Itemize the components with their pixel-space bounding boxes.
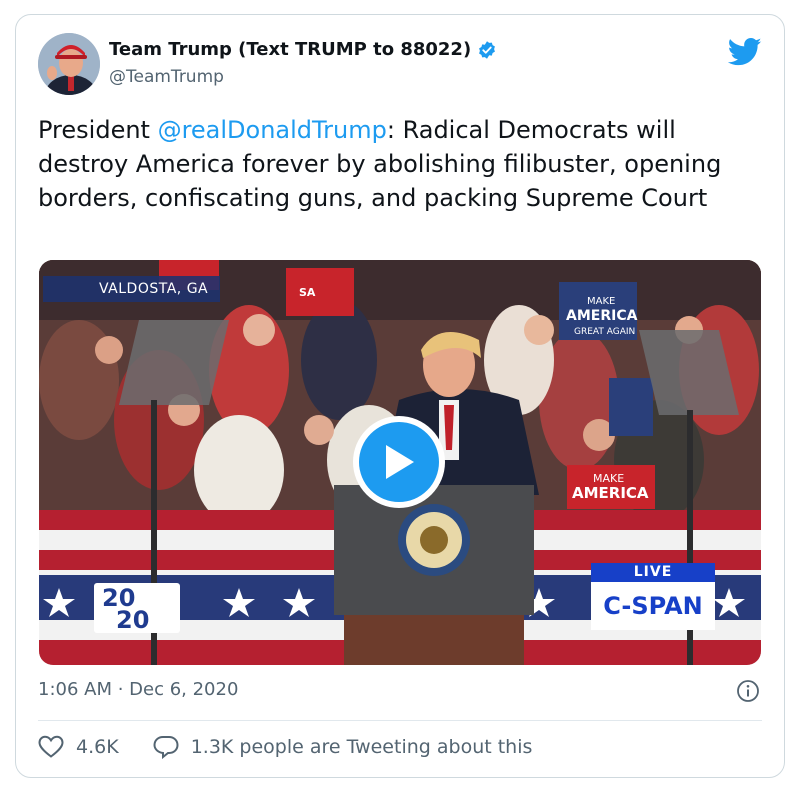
avatar[interactable] <box>38 33 100 95</box>
tweet-card[interactable]: Team Trump (Text TRUMP to 88022) @TeamTr… <box>15 14 785 778</box>
play-button-inner[interactable] <box>359 422 439 502</box>
info-icon[interactable] <box>736 679 760 703</box>
tweet-text-prefix: President <box>38 116 158 144</box>
display-name[interactable]: Team Trump (Text TRUMP to 88022) <box>109 39 471 60</box>
video-player[interactable]: SA MAKE AMERICA GREAT AGAIN MAKE AMERICA… <box>39 260 761 665</box>
svg-text:AMERICA: AMERICA <box>566 308 638 324</box>
conversation-text[interactable]: 1.3K people are Tweeting about this <box>191 736 533 758</box>
live-badge: LIVE <box>591 563 715 582</box>
location-tag: VALDOSTA, GA <box>43 276 221 302</box>
play-button[interactable] <box>353 416 445 508</box>
twitter-bird-icon[interactable] <box>728 37 762 67</box>
year-logo-bottom: 20 <box>116 606 150 634</box>
tweet-timestamp[interactable]: 1:06 AM · Dec 6, 2020 <box>38 679 238 700</box>
like-button[interactable]: 4.6K <box>38 735 119 759</box>
network-logo: C-SPAN <box>591 582 715 630</box>
year-2020-logo: 20 20 <box>94 583 180 633</box>
svg-text:SA: SA <box>299 286 316 299</box>
divider <box>38 720 762 721</box>
action-bar: 4.6K 1.3K people are Tweeting about this <box>38 735 566 759</box>
handle[interactable]: @TeamTrump <box>109 67 224 87</box>
tweet-text: President @realDonaldTrump: Radical Demo… <box>38 113 768 215</box>
conversation-button[interactable]: 1.3K people are Tweeting about this <box>153 735 533 759</box>
speech-bubble-icon[interactable] <box>153 735 179 759</box>
sign-text-make: MAKE <box>587 296 615 307</box>
svg-text:GREAT AGAIN: GREAT AGAIN <box>574 327 635 337</box>
heart-icon[interactable] <box>38 735 64 759</box>
like-count[interactable]: 4.6K <box>76 736 119 758</box>
author-name-row[interactable]: Team Trump (Text TRUMP to 88022) <box>109 39 497 60</box>
mention-link[interactable]: @realDonaldTrump <box>158 116 387 144</box>
play-icon[interactable] <box>382 443 416 481</box>
svg-text:AMERICA: AMERICA <box>572 484 649 502</box>
avatar-image <box>38 33 100 95</box>
verified-badge-icon <box>479 40 496 59</box>
